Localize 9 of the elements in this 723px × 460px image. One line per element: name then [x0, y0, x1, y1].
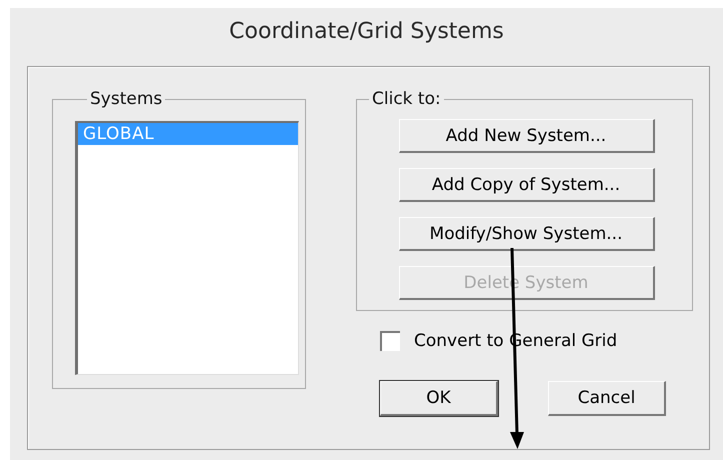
action-button[interactable]: Modify/Show System... [398, 217, 654, 251]
window-title: Coordinate/Grid Systems [228, 18, 505, 46]
action-button[interactable]: Add Copy of System... [398, 168, 654, 202]
group-label: Click to: [371, 89, 442, 109]
action-button[interactable]: Add New System... [398, 119, 654, 153]
cancel-button[interactable]: Cancel [548, 381, 666, 416]
checkbox[interactable] [380, 331, 400, 351]
ok-button[interactable]: OK [380, 381, 498, 416]
group-label: Systems [89, 89, 164, 109]
